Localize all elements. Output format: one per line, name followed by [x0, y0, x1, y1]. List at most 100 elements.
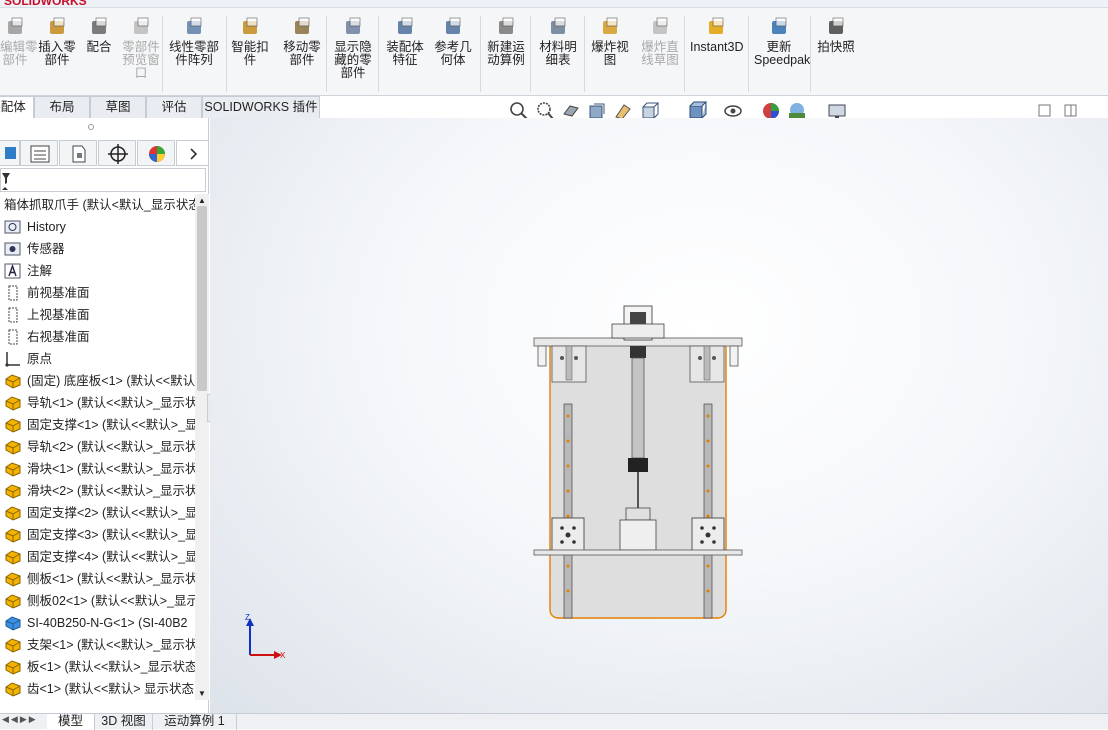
tree-item[interactable]: 支架<1> (默认<<默认>_显示状 — [0, 634, 195, 656]
ribbon-button-10[interactable]: 新建运 动算例 — [484, 14, 528, 67]
panel-grip[interactable] — [88, 124, 94, 130]
part-icon — [4, 681, 22, 697]
ribbon-button-icon — [768, 16, 790, 38]
plane-icon — [4, 329, 22, 345]
configuration-manager-tab-icon[interactable] — [59, 140, 97, 166]
tab-model[interactable]: 模型 — [47, 714, 95, 730]
tab-scroll-arrows-icon[interactable]: ◀◀▶▶ — [2, 714, 46, 730]
ribbon-button-icon — [291, 16, 313, 38]
ribbon-button-icon — [88, 16, 110, 38]
tree-item[interactable]: 侧板02<1> (默认<<默认>_显示 — [0, 590, 195, 612]
tree-item-label: 导轨<1> (默认<<默认>_显示状 — [27, 396, 195, 410]
ribbon-button-1[interactable]: 插入零 部件 — [36, 14, 78, 67]
tree-item[interactable]: 导轨<1> (默认<<默认>_显示状 — [0, 392, 195, 414]
ribbon-button-16[interactable]: 拍快照 — [816, 14, 856, 54]
ribbon-button-label: 插入零 部件 — [38, 40, 76, 67]
dimxpert-manager-tab-icon[interactable] — [98, 140, 136, 166]
tree-item[interactable]: 固定支撑<3> (默认<<默认>_显 — [0, 524, 195, 546]
ribbon-button-label: 新建运 动算例 — [487, 40, 525, 67]
ribbon-separator — [748, 16, 749, 92]
tree-root-assembly[interactable]: 箱体抓取爪手 (默认<默认_显示状态 — [0, 194, 195, 216]
ribbon-button-9[interactable]: 参考几 何体 — [432, 14, 474, 67]
ribbon-button-icon — [239, 16, 261, 38]
command-tab-4[interactable]: SOLIDWORKS 插件 — [202, 96, 320, 118]
ribbon-button-8[interactable]: 装配体 特征 — [384, 14, 426, 67]
ribbon-button-7[interactable]: 显示隐 藏的零 部件 — [332, 14, 374, 80]
part-icon — [4, 549, 22, 565]
tree-item[interactable]: 前视基准面 — [0, 282, 195, 304]
tree-item[interactable]: 注解 — [0, 260, 195, 282]
ribbon-button-icon — [442, 16, 464, 38]
property-manager-tab-icon[interactable] — [20, 140, 58, 166]
ribbon-button-icon — [183, 16, 205, 38]
ribbon-button-13[interactable]: 爆炸直 线草图 — [638, 14, 682, 67]
tree-item[interactable]: 齿<1> (默认<<默认> 显示状态 — [0, 678, 195, 700]
tree-scrollbar[interactable]: ▲ ▼ — [195, 194, 209, 700]
command-tab-1[interactable]: 布局 — [34, 96, 90, 118]
ribbon-button-15[interactable]: 更新 Speedpak — [754, 14, 811, 67]
tab-motion-study[interactable]: 运动算例 1 — [153, 714, 237, 730]
ribbon-button-14[interactable]: Instant3D — [690, 14, 744, 54]
tree-item[interactable]: 原点 — [0, 348, 195, 370]
tree-item[interactable]: 右视基准面 — [0, 326, 195, 348]
graphics-area[interactable]: Z X — [210, 118, 1108, 713]
command-tab-0[interactable]: 装配体 — [0, 96, 34, 118]
tree-item-label: 传感器 — [27, 242, 65, 256]
ribbon-button-label: 拍快照 — [817, 40, 855, 54]
tab-3d-view[interactable]: 3D 视图 — [95, 714, 153, 730]
feature-manager-panel: 箱体抓取爪手 (默认<默认_显示状态 History 传感器注解前视基准面上视基准面… — [0, 118, 209, 713]
bottom-tab-bar: ◀◀▶▶ 模型 3D 视图 运动算例 1 — [0, 713, 1108, 730]
feature-manager-tab-icon[interactable] — [0, 140, 20, 166]
ribbon-button-label: 智能扣 件 — [231, 40, 269, 67]
tree-item[interactable]: 导轨<2> (默认<<默认>_显示状 — [0, 436, 195, 458]
tree-item-label: 支架<1> (默认<<默认>_显示状 — [27, 638, 195, 652]
scroll-up-icon[interactable]: ▲ — [198, 196, 206, 205]
ribbon-button-2[interactable]: 配合 — [84, 14, 114, 54]
sensor-icon — [4, 241, 22, 257]
ribbon-button-12[interactable]: 爆炸视 图 — [588, 14, 632, 67]
display-manager-tab-icon[interactable] — [137, 140, 175, 166]
tree-item[interactable]: 传感器 — [0, 238, 195, 260]
ribbon-button-3[interactable]: 零部件 预览窗 口 — [120, 14, 162, 80]
tree-item[interactable]: (固定) 底座板<1> (默认<<默认 — [0, 370, 195, 392]
ribbon-button-icon — [495, 16, 517, 38]
part-icon — [4, 395, 22, 411]
tree-item[interactable]: 滑块<1> (默认<<默认>_显示状 — [0, 458, 195, 480]
tree-item[interactable]: 侧板<1> (默认<<默认>_显示状 — [0, 568, 195, 590]
tree-item-label: 导轨<2> (默认<<默认>_显示状 — [27, 440, 195, 454]
tree-item[interactable]: History — [0, 216, 195, 238]
tree-scrollbar-thumb[interactable] — [197, 206, 207, 391]
tree-item-label: 板<1> (默认<<默认>_显示状态 — [27, 660, 195, 674]
ribbon-button-11[interactable]: 材料明 细表 — [536, 14, 580, 67]
tree-item-label: 侧板02<1> (默认<<默认>_显示 — [27, 594, 195, 608]
command-tab-2[interactable]: 草图 — [90, 96, 146, 118]
ribbon-button-icon — [705, 16, 727, 38]
assembly-model-view[interactable]: Z X — [210, 118, 1108, 713]
title-strip: SOLIDWORKS — [0, 0, 1108, 8]
ribbon-button-label: Instant3D — [690, 40, 744, 54]
part-icon — [4, 417, 22, 433]
ribbon-button-5[interactable]: 智能扣 件 — [230, 14, 270, 67]
tree-item[interactable]: 固定支撑<1> (默认<<默认>_显 — [0, 414, 195, 436]
tree-item[interactable]: 板<1> (默认<<默认>_显示状态 — [0, 656, 195, 678]
assembly-icon — [4, 615, 22, 631]
ribbon-button-6[interactable]: 移动零 部件 — [280, 14, 324, 67]
part-icon — [4, 483, 22, 499]
tree-item[interactable]: SI-40B250-N-G<1> (SI-40B2 — [0, 612, 195, 634]
tree-item[interactable]: 滑块<2> (默认<<默认>_显示状 — [0, 480, 195, 502]
more-tabs-chevron-icon[interactable] — [176, 140, 209, 166]
ribbon-button-label: 更新 Speedpak — [754, 40, 811, 67]
tree-item-label: SI-40B250-N-G<1> (SI-40B2 — [27, 616, 188, 630]
tree-item[interactable]: 固定支撑<4> (默认<<默认>_显 — [0, 546, 195, 568]
scroll-down-icon[interactable]: ▼ — [198, 689, 206, 698]
tree-item-label: 前视基准面 — [27, 286, 90, 300]
tree-item[interactable]: 固定支撑<2> (默认<<默认>_显 — [0, 502, 195, 524]
tree-filter-input[interactable] — [0, 168, 206, 192]
tree-item-label: 原点 — [27, 352, 53, 366]
ribbon-button-0[interactable]: 编辑零 部件 — [0, 14, 38, 67]
ribbon-button-4[interactable]: 线性零部 件阵列 — [166, 14, 222, 67]
ribbon-button-label: 移动零 部件 — [283, 40, 321, 67]
command-tab-3[interactable]: 评估 — [146, 96, 202, 118]
ribbon-button-icon — [825, 16, 847, 38]
tree-item[interactable]: 上视基准面 — [0, 304, 195, 326]
